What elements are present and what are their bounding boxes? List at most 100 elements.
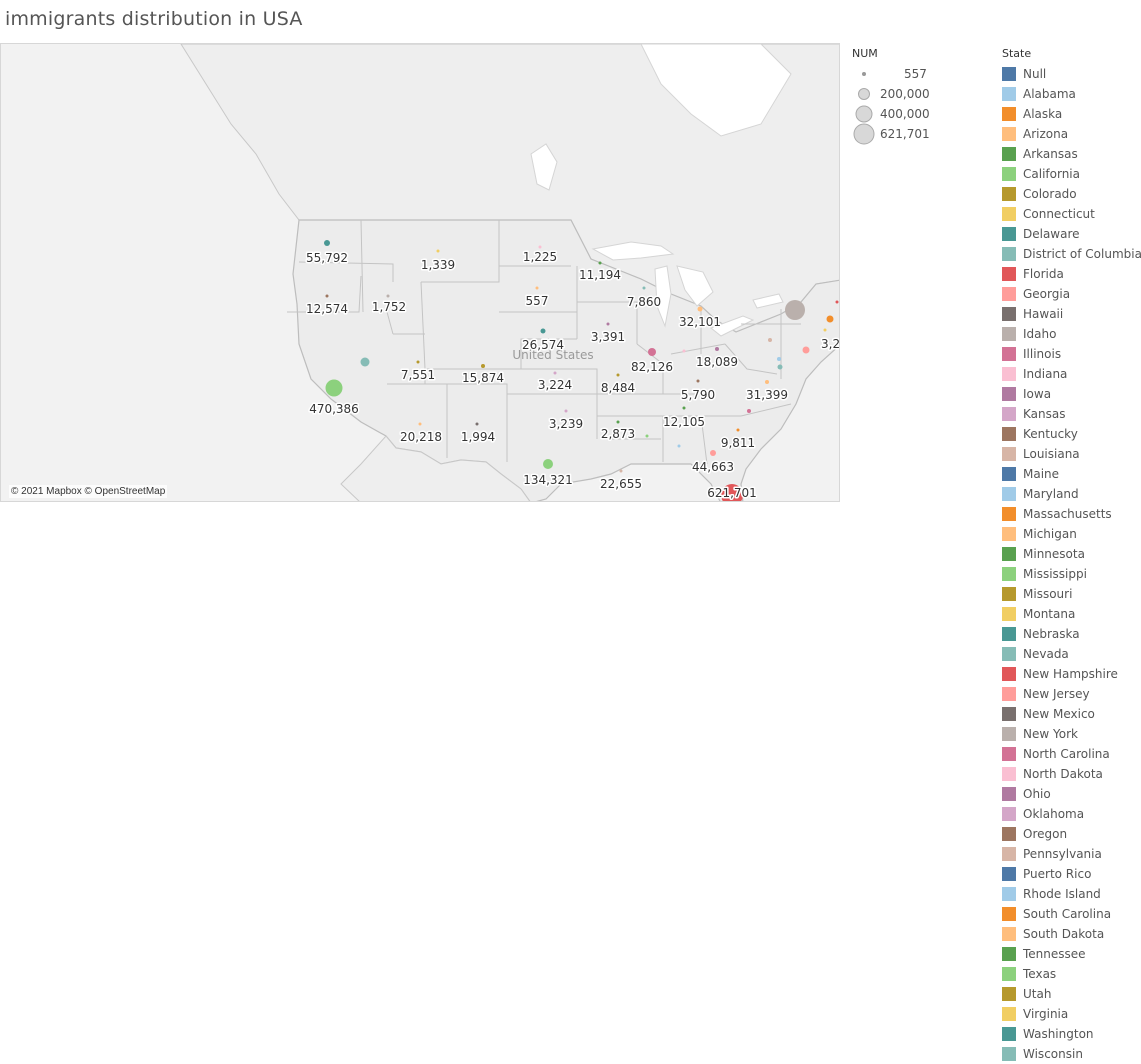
legend-item-nebraska[interactable]: Nebraska <box>1002 624 1141 644</box>
legend-item-colorado[interactable]: Colorado <box>1002 184 1141 204</box>
bubble-new-york[interactable] <box>785 300 805 320</box>
bubble-district-of-columbia[interactable] <box>777 364 783 370</box>
legend-item-south-dakota[interactable]: South Dakota <box>1002 924 1141 944</box>
legend-item-new-jersey[interactable]: New Jersey <box>1002 684 1141 704</box>
legend-item-mississippi[interactable]: Mississippi <box>1002 564 1141 584</box>
legend-item-michigan[interactable]: Michigan <box>1002 524 1141 544</box>
bubble-california[interactable] <box>325 379 343 397</box>
legend-item-virginia[interactable]: Virginia <box>1002 1004 1141 1024</box>
legend-item-new-mexico[interactable]: New Mexico <box>1002 704 1141 724</box>
legend-item-louisiana[interactable]: Louisiana <box>1002 444 1141 464</box>
bubble-new-mexico[interactable] <box>475 422 479 426</box>
legend-item-delaware[interactable]: Delaware <box>1002 224 1141 244</box>
legend-item-alabama[interactable]: Alabama <box>1002 84 1141 104</box>
bubble-south-carolina[interactable] <box>736 428 740 432</box>
legend-item-texas[interactable]: Texas <box>1002 964 1141 984</box>
legend-item-maine[interactable]: Maine <box>1002 464 1141 484</box>
legend-item-california[interactable]: California <box>1002 164 1141 184</box>
bubble-iowa[interactable] <box>606 322 610 326</box>
legend-item-new-hampshire[interactable]: New Hampshire <box>1002 664 1141 684</box>
legend-item-kentucky[interactable]: Kentucky <box>1002 424 1141 444</box>
bubble-idaho[interactable] <box>386 294 390 298</box>
bubble-indiana[interactable] <box>682 349 686 353</box>
legend-item-massachusetts[interactable]: Massachusetts <box>1002 504 1141 524</box>
size-legend-item[interactable]: 621,701 <box>852 123 962 145</box>
marker-label: 31,399 <box>746 388 788 402</box>
bubble-tennessee[interactable] <box>682 406 686 410</box>
bubble-colorado[interactable] <box>481 364 485 368</box>
legend-item-washington[interactable]: Washington <box>1002 1024 1141 1044</box>
bubble-missouri[interactable] <box>616 373 620 377</box>
size-legend-item[interactable]: 557 <box>852 64 962 84</box>
bubble-pennsylvania[interactable] <box>768 338 772 342</box>
legend-item-iowa[interactable]: Iowa <box>1002 384 1141 404</box>
legend-item-georgia[interactable]: Georgia <box>1002 284 1141 304</box>
legend-item-montana[interactable]: Montana <box>1002 604 1141 624</box>
bubble-north-dakota[interactable] <box>538 245 542 249</box>
legend-item-alaska[interactable]: Alaska <box>1002 104 1141 124</box>
legend-item-tennessee[interactable]: Tennessee <box>1002 944 1141 964</box>
legend-item-puerto-rico[interactable]: Puerto Rico <box>1002 864 1141 884</box>
bubble-michigan[interactable] <box>697 306 703 312</box>
legend-item-oregon[interactable]: Oregon <box>1002 824 1141 844</box>
bubble-connecticut[interactable] <box>823 328 827 332</box>
legend-item-null[interactable]: Null <box>1002 64 1141 84</box>
bubble-virginia[interactable] <box>765 380 769 384</box>
legend-item-new-york[interactable]: New York <box>1002 724 1141 744</box>
bubble-georgia[interactable] <box>710 450 716 456</box>
legend-item-maryland[interactable]: Maryland <box>1002 484 1141 504</box>
legend-item-arkansas[interactable]: Arkansas <box>1002 144 1141 164</box>
legend-item-connecticut[interactable]: Connecticut <box>1002 204 1141 224</box>
bubble-utah[interactable] <box>416 360 420 364</box>
bubble-illinois[interactable] <box>648 348 656 356</box>
bubble-oregon[interactable] <box>325 294 329 298</box>
bubble-new-hampshire[interactable] <box>835 300 839 304</box>
bubble-washington[interactable] <box>324 240 330 246</box>
bubble-ohio[interactable] <box>715 347 719 351</box>
legend-item-wisconsin[interactable]: Wisconsin <box>1002 1044 1141 1064</box>
bubble-alabama[interactable] <box>677 444 681 448</box>
bubble-arizona[interactable] <box>418 422 422 426</box>
legend-item-north-dakota[interactable]: North Dakota <box>1002 764 1141 784</box>
bubble-kentucky[interactable] <box>696 379 700 383</box>
bubble-south-dakota[interactable] <box>535 286 539 290</box>
legend-item-minnesota[interactable]: Minnesota <box>1002 544 1141 564</box>
legend-item-north-carolina[interactable]: North Carolina <box>1002 744 1141 764</box>
bubble-kansas[interactable] <box>553 371 557 375</box>
legend-item-indiana[interactable]: Indiana <box>1002 364 1141 384</box>
legend-item-idaho[interactable]: Idaho <box>1002 324 1141 344</box>
bubble-oklahoma[interactable] <box>564 409 568 413</box>
bubble-new-jersey[interactable] <box>802 346 810 354</box>
size-legend-item[interactable]: 200,000 <box>852 84 962 104</box>
legend-item-arizona[interactable]: Arizona <box>1002 124 1141 144</box>
legend-item-pennsylvania[interactable]: Pennsylvania <box>1002 844 1141 864</box>
legend-item-utah[interactable]: Utah <box>1002 984 1141 1004</box>
bubble-mississippi[interactable] <box>645 434 649 438</box>
bubble-massachusetts[interactable] <box>826 315 834 323</box>
legend-item-south-carolina[interactable]: South Carolina <box>1002 904 1141 924</box>
bubble-texas[interactable] <box>543 459 553 469</box>
legend-item-ohio[interactable]: Ohio <box>1002 784 1141 804</box>
legend-item-district-of-columbia[interactable]: District of Columbia <box>1002 244 1141 264</box>
legend-item-illinois[interactable]: Illinois <box>1002 344 1141 364</box>
bubble-north-carolina[interactable] <box>747 409 751 413</box>
bubble-arkansas[interactable] <box>616 420 620 424</box>
map-canvas[interactable]: United States 55,792 1,339 1,225 11,194 … <box>1 44 840 502</box>
legend-item-nevada[interactable]: Nevada <box>1002 644 1141 664</box>
legend-item-kansas[interactable]: Kansas <box>1002 404 1141 424</box>
legend-item-florida[interactable]: Florida <box>1002 264 1141 284</box>
bubble-montana[interactable] <box>436 249 440 253</box>
size-legend-item[interactable]: 400,000 <box>852 104 962 124</box>
legend-item-rhode-island[interactable]: Rhode Island <box>1002 884 1141 904</box>
map-view[interactable]: United States 55,792 1,339 1,225 11,194 … <box>0 43 840 502</box>
legend-item-hawaii[interactable]: Hawaii <box>1002 304 1141 324</box>
legend-item-oklahoma[interactable]: Oklahoma <box>1002 804 1141 824</box>
bubble-wisconsin[interactable] <box>642 286 646 290</box>
bubble-maryland[interactable] <box>777 357 781 361</box>
legend-item-missouri[interactable]: Missouri <box>1002 584 1141 604</box>
map-attribution[interactable]: © 2021 Mapbox © OpenStreetMap <box>9 485 168 498</box>
bubble-louisiana[interactable] <box>619 469 623 473</box>
bubble-minnesota[interactable] <box>598 261 602 265</box>
bubble-nebraska[interactable] <box>540 328 546 334</box>
bubble-nevada[interactable] <box>360 357 370 367</box>
